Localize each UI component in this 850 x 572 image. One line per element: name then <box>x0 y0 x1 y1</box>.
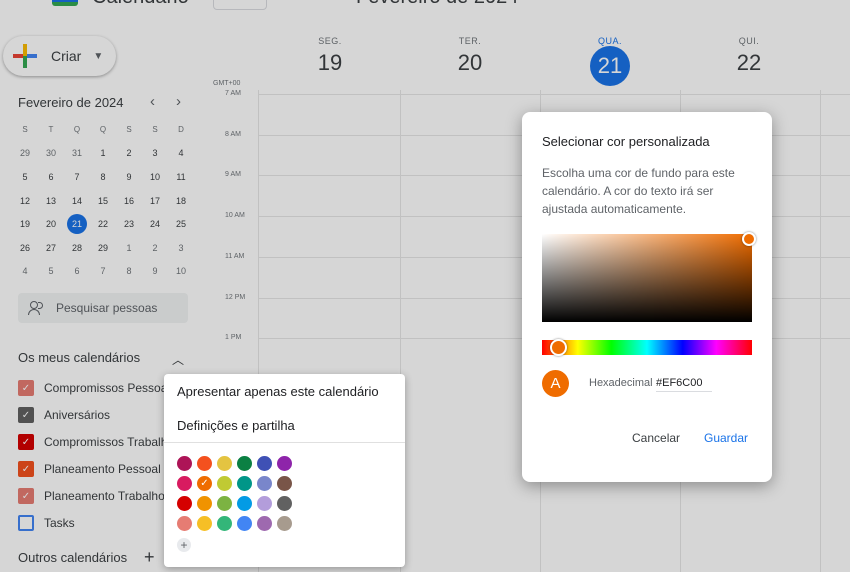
color-swatch[interactable] <box>217 456 232 471</box>
saturation-picker-handle[interactable] <box>742 232 756 246</box>
color-swatch[interactable] <box>257 456 272 471</box>
save-button[interactable]: Guardar <box>704 431 748 445</box>
hex-input[interactable] <box>656 375 712 392</box>
color-swatch[interactable] <box>197 516 212 531</box>
color-swatch[interactable] <box>257 516 272 531</box>
color-swatch[interactable] <box>257 476 272 491</box>
color-swatch[interactable] <box>277 456 292 471</box>
settings-and-sharing-item[interactable]: Definições e partilha <box>177 418 295 433</box>
color-swatch[interactable] <box>237 476 252 491</box>
color-swatch[interactable] <box>257 496 272 511</box>
calendar-options-menu: Apresentar apenas este calendário Defini… <box>164 374 405 567</box>
color-swatch[interactable] <box>177 476 192 491</box>
add-custom-color-icon[interactable]: + <box>177 538 191 552</box>
color-swatch[interactable] <box>217 476 232 491</box>
color-swatch[interactable] <box>277 516 292 531</box>
menu-divider <box>164 442 405 443</box>
color-swatch[interactable] <box>217 516 232 531</box>
color-swatch[interactable] <box>237 496 252 511</box>
custom-color-dialog: Selecionar cor personalizada Escolha uma… <box>522 112 772 482</box>
show-only-this-calendar-item[interactable]: Apresentar apenas este calendário <box>177 384 379 399</box>
color-swatch[interactable] <box>197 456 212 471</box>
color-swatch-selected[interactable]: ✓ <box>197 476 212 491</box>
hue-slider[interactable] <box>542 340 752 355</box>
cancel-button[interactable]: Cancelar <box>632 431 680 445</box>
dialog-title: Selecionar cor personalizada <box>542 134 710 149</box>
color-swatch[interactable] <box>177 496 192 511</box>
color-swatch[interactable] <box>197 496 212 511</box>
color-swatch[interactable] <box>277 496 292 511</box>
color-swatch[interactable] <box>237 456 252 471</box>
saturation-value-picker[interactable] <box>542 234 752 322</box>
color-swatch[interactable] <box>217 496 232 511</box>
color-swatch[interactable] <box>277 476 292 491</box>
color-swatches: ✓ <box>177 456 292 531</box>
hue-slider-handle[interactable] <box>550 339 567 356</box>
color-swatch[interactable] <box>177 456 192 471</box>
dialog-description: Escolha uma cor de fundo para este calen… <box>542 166 735 216</box>
color-swatch[interactable] <box>237 516 252 531</box>
color-preview: A <box>542 370 569 397</box>
hex-label: Hexadecimal <box>589 377 653 389</box>
color-swatch[interactable] <box>177 516 192 531</box>
